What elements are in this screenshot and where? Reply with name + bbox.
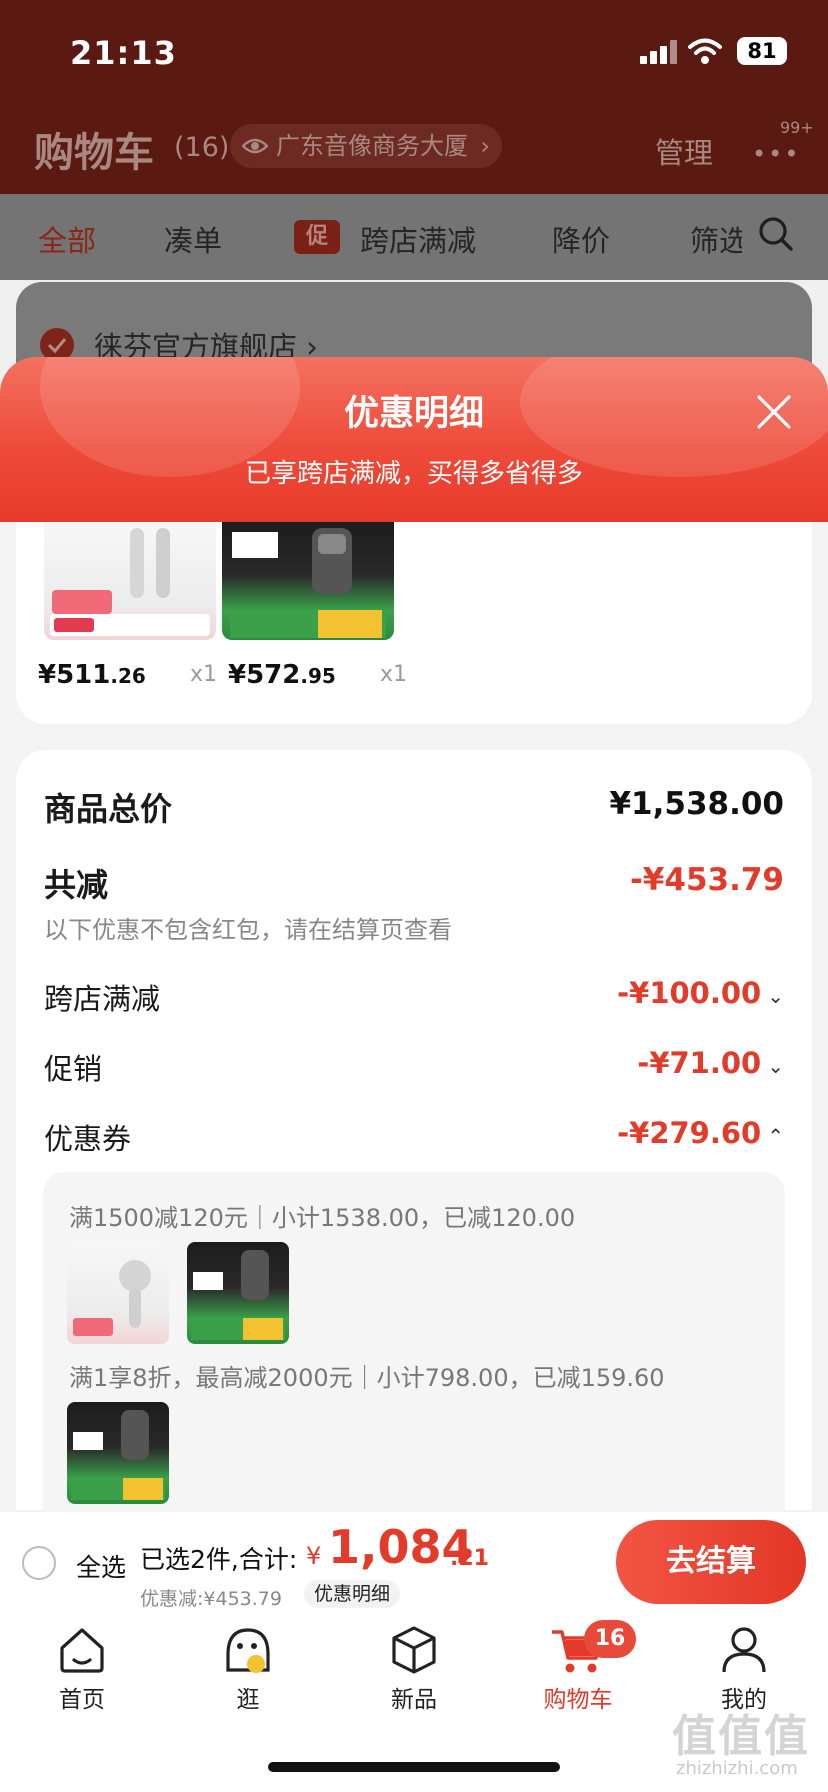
promo-tag: 促 [294, 220, 340, 254]
selected-summary: 已选2件,合计: [140, 1545, 298, 1574]
coupon-rule: 满1500减120元｜小计1538.00，已减120.00 [69, 1204, 576, 1232]
reduction-note: 以下优惠不包含红包，请在结算页查看 [44, 916, 452, 944]
checkout-total-cents: .21 [450, 1546, 489, 1571]
person-icon [722, 1627, 766, 1673]
status-time: 21:13 [70, 34, 177, 72]
item-quantity: x1 [380, 662, 408, 687]
manage-button[interactable]: 管理 [655, 130, 713, 172]
select-all-radio[interactable] [22, 1546, 56, 1580]
tab-label: 新品 [391, 1687, 437, 1713]
cross-store-row[interactable]: -¥100.00 ⌄ [617, 976, 784, 1010]
tab-cross-store[interactable]: 跨店满减 [360, 218, 476, 260]
tab-label: 首页 [59, 1687, 105, 1713]
shaver-image [191, 1250, 285, 1340]
total-price-value: ¥1,538.00 [609, 786, 784, 822]
total-reduction-value: -¥453.79 [629, 862, 784, 898]
discount-summary: 优惠减:¥453.79 [140, 1588, 282, 1610]
battery-icon: 81 [737, 37, 787, 65]
product-thumb-shaver[interactable] [222, 522, 394, 640]
total-reduction-label: 共减 [44, 866, 109, 904]
box-icon [392, 1626, 436, 1674]
check-icon [47, 338, 67, 354]
price-breakdown-card: 商品总价 ¥1,538.00 共减 -¥453.79 以下优惠不包含红包，请在结… [16, 750, 812, 1510]
chevron-up-icon: ⌃ [767, 1124, 784, 1148]
hair-dryer-image [73, 1260, 151, 1336]
tab-label: 逛 [236, 1687, 260, 1713]
select-all-label[interactable]: 全选 [76, 1548, 126, 1584]
tab-home[interactable]: 首页 [22, 1624, 142, 1714]
cart-badge: 16 [584, 1620, 636, 1658]
discount-detail-link[interactable]: 优惠明细 [304, 1580, 401, 1608]
location-pill[interactable]: 广东音像商务大厦 › [230, 124, 502, 168]
cross-store-value: -¥100.00 [617, 976, 762, 1010]
home-icon [60, 1628, 104, 1673]
sheet-title: 优惠明细 [343, 394, 484, 434]
watermark: 值值值 [672, 1711, 810, 1762]
hair-dryer-image [50, 528, 210, 636]
search-icon[interactable] [758, 216, 794, 252]
product-thumb-hair-dryer[interactable] [44, 522, 216, 640]
tab-all[interactable]: 全部 [38, 218, 96, 260]
browse-icon [226, 1628, 270, 1673]
close-icon[interactable] [754, 392, 794, 432]
coupon-product-thumb[interactable] [67, 1402, 169, 1504]
tab-new[interactable]: 新品 [354, 1624, 474, 1714]
item-thumb-card: ¥511.26 x1 ¥572.95 x1 [16, 522, 812, 724]
chevron-down-icon: ⌄ [767, 1054, 784, 1078]
wifi-icon [688, 38, 722, 64]
tab-combine[interactable]: 凑单 [164, 218, 222, 260]
page-title: 购物车 [34, 130, 154, 176]
coupon-value: -¥279.60 [617, 1116, 762, 1150]
coupon-label: 优惠券 [44, 1122, 132, 1156]
tab-filter[interactable]: 筛选 [690, 218, 742, 260]
shaver-image [71, 1410, 165, 1500]
coupon-row[interactable]: -¥279.60 ⌃ [617, 1116, 784, 1150]
tab-price-drop[interactable]: 降价 [552, 218, 610, 260]
cross-store-label: 跨店满减 [44, 982, 161, 1016]
promotion-label: 促销 [44, 1052, 103, 1086]
promotion-row[interactable]: -¥71.00 ⌄ [637, 1046, 784, 1080]
cart-header: 购物车 (16) 广东音像商务大厦 › 管理 ••• 99+ [0, 100, 828, 194]
sheet-subtitle: 已享跨店满减，买得多省得多 [244, 459, 583, 489]
watermark-url: zhizhizhi.com [676, 1758, 798, 1779]
promotion-value: -¥71.00 [637, 1046, 762, 1080]
coupon-detail-box: 满1500减120元｜小计1538.00，已减120.00 满1享8折，最高减2… [43, 1172, 785, 1510]
eye-icon [242, 138, 268, 154]
filter-bar: 全部 凑单 促 跨店满减 降价 筛选 [0, 194, 828, 280]
checkout-bar: 全选 已选2件,合计: ¥ 1,084 .21 优惠减:¥453.79 优惠明细… [0, 1512, 828, 1612]
more-icon[interactable]: ••• [752, 140, 800, 168]
item-quantity: x1 [190, 662, 218, 687]
tab-label: 购物车 [543, 1687, 613, 1713]
coupon-rule: 满1享8折，最高减2000元｜小计798.00，已减159.60 [69, 1364, 665, 1392]
sheet-header: 优惠明细 已享跨店满减，买得多省得多 [0, 357, 828, 522]
shaver-image [230, 528, 386, 638]
chevron-down-icon: ⌄ [767, 984, 784, 1008]
coupon-product-thumb[interactable] [187, 1242, 289, 1344]
tab-browse[interactable]: 逛 [188, 1624, 308, 1714]
total-price-label: 商品总价 [44, 790, 173, 828]
coupon-product-thumb[interactable] [67, 1242, 169, 1344]
checkout-button[interactable]: 去结算 [616, 1520, 806, 1604]
signal-icon [640, 40, 678, 64]
status-bar: 21:13 81 [0, 0, 828, 100]
cart-count: (16) [174, 132, 230, 163]
item-price: ¥572.95 [228, 660, 336, 690]
location-label: 广东音像商务大厦 [276, 132, 468, 160]
more-badge: 99+ [780, 118, 814, 137]
home-indicator [268, 1762, 560, 1772]
chevron-right-icon: › [480, 132, 490, 160]
item-price: ¥511.26 [38, 660, 146, 690]
currency-symbol: ¥ [306, 1542, 322, 1570]
